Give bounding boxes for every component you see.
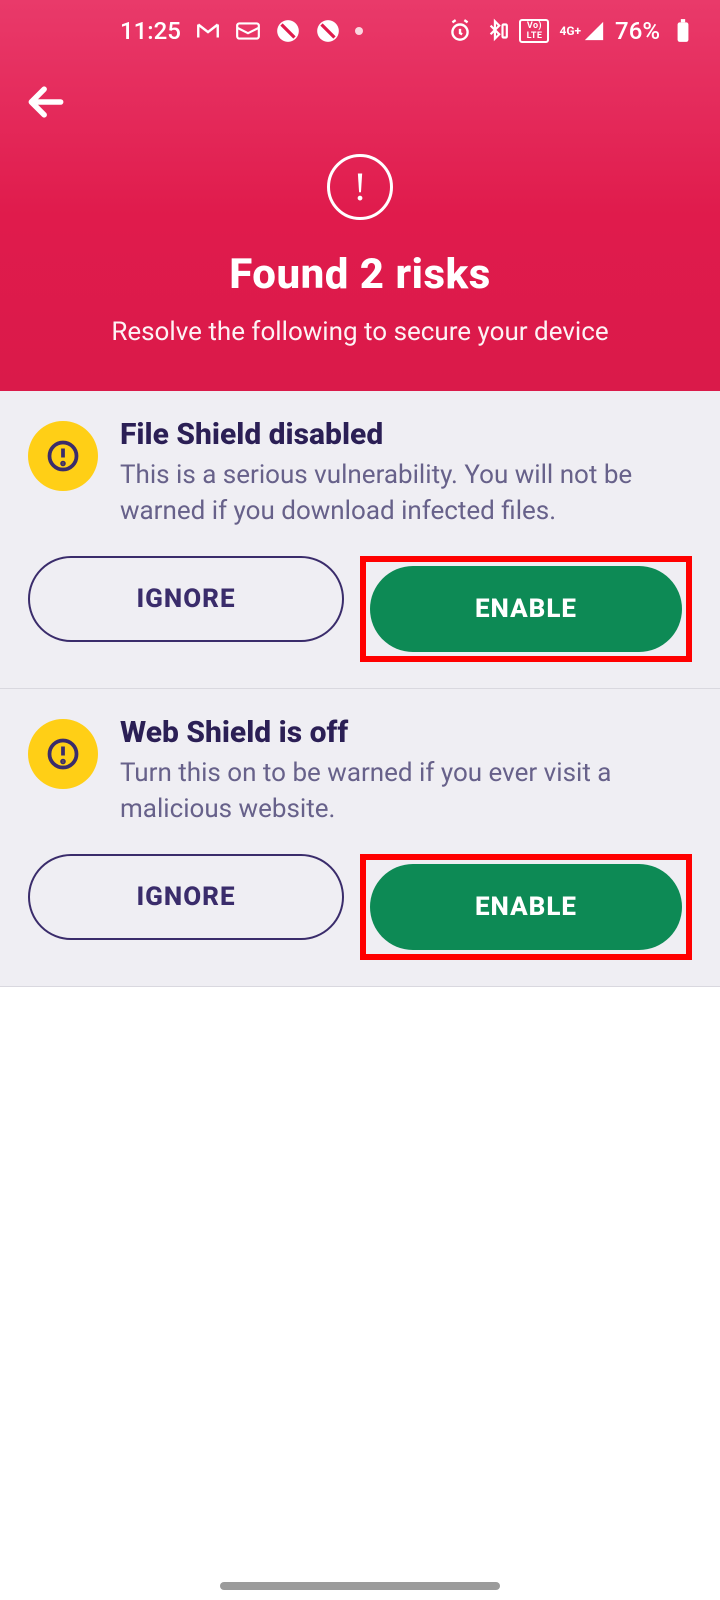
risk-list: File Shield disabled This is a serious v… [0, 391, 720, 987]
dnd-icon [315, 18, 341, 44]
status-bar: 11:25 Vo)LTE [0, 0, 720, 62]
ignore-button[interactable]: IGNORE [28, 854, 344, 940]
status-right: Vo)LTE 4G+ 76% [447, 17, 696, 45]
enable-highlight: ENABLE [360, 854, 692, 960]
battery-percent: 76% [615, 17, 660, 45]
header-area: 11:25 Vo)LTE [0, 0, 720, 391]
network-type: 4G+ [559, 20, 605, 42]
warning-badge-icon [28, 719, 98, 789]
gmail-icon [195, 18, 221, 44]
status-time: 11:25 [120, 17, 181, 45]
enable-highlight: ENABLE [360, 556, 692, 662]
enable-button[interactable]: ENABLE [370, 566, 682, 652]
more-notifications-dot [355, 27, 363, 35]
alarm-icon [447, 18, 473, 44]
alert-icon: ! [327, 154, 393, 220]
risk-title: Web Shield is off [120, 715, 692, 750]
volte-icon: Vo)LTE [519, 19, 549, 43]
warning-badge-icon [28, 421, 98, 491]
back-button[interactable] [24, 80, 68, 124]
page-subtitle: Resolve the following to secure your dev… [40, 317, 680, 347]
ignore-button[interactable]: IGNORE [28, 556, 344, 642]
app-bar [0, 62, 720, 142]
risk-description: Turn this on to be warned if you ever vi… [120, 756, 692, 828]
risk-card-web-shield: Web Shield is off Turn this on to be war… [0, 689, 720, 987]
battery-icon [670, 18, 696, 44]
hero: ! Found 2 risks Resolve the following to… [0, 142, 720, 347]
gesture-bar [220, 1582, 500, 1590]
status-left: 11:25 [120, 17, 363, 45]
enable-button[interactable]: ENABLE [370, 864, 682, 950]
page-title: Found 2 risks [40, 250, 680, 299]
risk-card-file-shield: File Shield disabled This is a serious v… [0, 391, 720, 689]
risk-description: This is a serious vulnerability. You wil… [120, 458, 692, 530]
risk-title: File Shield disabled [120, 417, 692, 452]
outlook-icon [235, 18, 261, 44]
mute-icon [275, 18, 301, 44]
bluetooth-battery-icon [483, 18, 509, 44]
